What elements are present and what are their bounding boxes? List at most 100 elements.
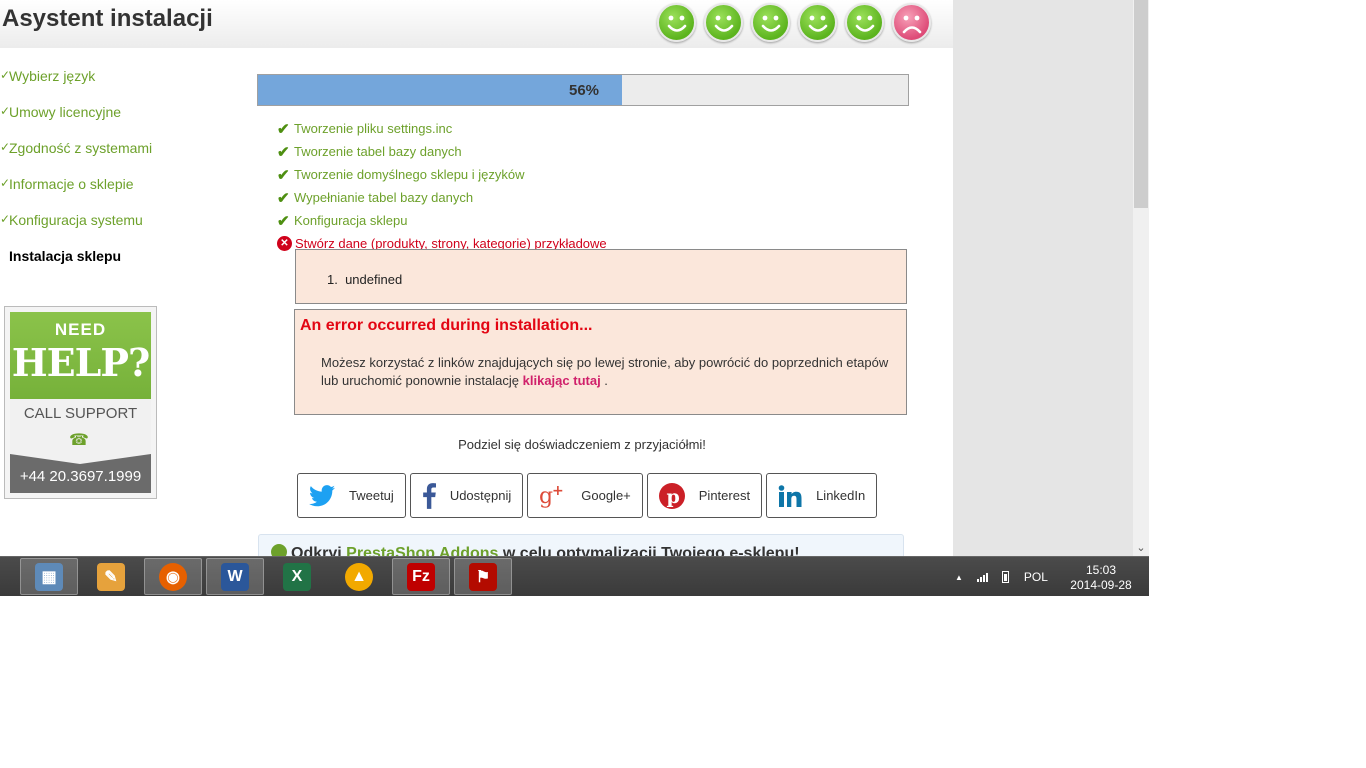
svg-text:p: p [666, 486, 679, 508]
network-signal-icon[interactable] [976, 572, 988, 582]
twitter-icon [309, 484, 335, 507]
step-5[interactable]: ✓ Konfiguracja systemu [0, 212, 230, 248]
share-button-label: Udostępnij [449, 488, 512, 503]
help-need-text: NEED [54, 320, 107, 339]
task-label: Konfiguracja sklepu [294, 213, 408, 228]
page-gutter [953, 0, 1133, 556]
step-label: Zgodność z systemami [9, 140, 153, 156]
restart-install-link[interactable]: klikając tutaj [523, 373, 601, 388]
share-tweetuj-button[interactable]: Tweetuj [297, 473, 406, 518]
taskbar-filezilla-button[interactable]: Fz [392, 558, 450, 595]
share-button-label: Pinterest [698, 488, 751, 503]
taskbar-word-button[interactable]: W [206, 558, 264, 595]
task-label: Tworzenie pliku settings.inc [294, 121, 453, 136]
scroll-down-arrow-icon[interactable]: ⌄ [1133, 540, 1149, 556]
step-label: Wybierz język [9, 68, 96, 84]
page-title: Asystent instalacji [2, 5, 213, 32]
taskbar-calculator-button[interactable]: ▦ [20, 558, 78, 595]
share-button-label: Tweetuj [349, 488, 394, 503]
taskbar-clock[interactable]: 15:03 2014-09-28 [1063, 563, 1139, 593]
need-help-banner[interactable]: NEED HELP? CALL SUPPORT ☎ +44 20.3697.19… [4, 306, 157, 499]
calculator-icon: ▦ [35, 562, 63, 591]
task-item: ✔ Tworzenie tabel bazy danych [277, 140, 917, 163]
step-label: Umowy licencyjne [9, 104, 122, 120]
step-1[interactable]: ✓ Wybierz język [0, 68, 230, 104]
steps-nav: ✓ Wybierz język ✓ Umowy licencyjne ✓ Zgodność… [0, 68, 230, 284]
battery-icon[interactable] [1001, 571, 1009, 583]
share-google-button[interactable]: g + Google+ [527, 473, 643, 518]
share-linkedin-button[interactable]: LinkedIn [766, 473, 878, 518]
installer-page: Asystent instalacji ✓ Wybierz język ✓ Umowy… [0, 0, 953, 556]
step-6: Instalacja sklepu [0, 248, 230, 284]
addons-link[interactable]: PrestaShop Addons [346, 545, 498, 556]
help-big-text: HELP? [11, 340, 150, 385]
install-progress-bar: 56% [257, 74, 909, 106]
error-title: An error occurred during installation... [300, 317, 593, 334]
system-tray: ▲ POL [955, 557, 1048, 597]
task-list: ✔ Tworzenie pliku settings.inc ✔ Tworzenie … [277, 117, 917, 255]
task-label: Tworzenie tabel bazy danych [294, 144, 462, 159]
checkmark-icon: ✔ [277, 189, 290, 207]
word-icon: W [221, 562, 249, 591]
help-banner-inner: NEED HELP? CALL SUPPORT ☎ +44 20.3697.19… [10, 312, 151, 493]
checkmark-icon: ✔ [277, 166, 290, 184]
happy-smiley-icon [657, 3, 696, 42]
task-item: ✔ Konfiguracja sklepu [277, 209, 917, 232]
checkmark-icon: ✔ [277, 212, 290, 230]
share-udostpnij-button[interactable]: Udostępnij [409, 473, 524, 518]
taskbar-firefox-button[interactable]: ◉ [144, 558, 202, 595]
taskbar-aimp-button[interactable]: ▲ [330, 558, 388, 595]
installation-error-box: An error occurred during installation...… [294, 309, 907, 415]
vertical-scrollbar[interactable]: ⌄ [1133, 0, 1149, 556]
checkmark-icon: ✓ [0, 68, 11, 82]
scrollbar-thumb[interactable] [1134, 0, 1148, 208]
acrobat-icon: ⚑ [469, 562, 497, 591]
happy-smiley-icon [751, 3, 790, 42]
filezilla-icon: Fz [407, 562, 435, 591]
play-bullet-icon [271, 543, 287, 556]
step-4[interactable]: ✓ Informacje o sklepie [0, 176, 230, 212]
share-pinterest-button[interactable]: p Pinterest [646, 473, 763, 518]
pinterest-icon: p [658, 482, 685, 509]
task-item: ✔ Tworzenie domyślnego sklepu i języków [277, 163, 917, 186]
checkmark-icon: ✓ [0, 104, 11, 118]
clock-time: 15:03 [1085, 563, 1117, 577]
step-label: Instalacja sklepu [9, 248, 122, 264]
taskbar-paint-button[interactable]: ✎ [82, 558, 140, 595]
happy-smiley-icon [798, 3, 837, 42]
step-label: Informacje o sklepie [9, 176, 134, 192]
aimp-icon: ▲ [345, 562, 373, 591]
error-message: Możesz korzystać z linków znajdujących s… [321, 355, 889, 388]
share-button-label: LinkedIn [816, 488, 866, 503]
happy-smiley-icon [845, 3, 884, 42]
addons-promo[interactable]: Odkryj PrestaShop Addons w celu optymali… [258, 534, 904, 556]
phone-icon: ☎ [69, 432, 89, 449]
show-hidden-icons-icon[interactable]: ▲ [955, 573, 963, 582]
support-phone-number: +44 20.3697.1999 [19, 468, 142, 485]
share-button-label: Google+ [581, 488, 631, 503]
svg-text:+: + [552, 483, 564, 499]
sad-smiley-icon [892, 3, 931, 42]
facebook-icon [422, 482, 436, 509]
task-item: ✔ Tworzenie pliku settings.inc [277, 117, 917, 140]
step-3[interactable]: ✓ Zgodność z systemami [0, 140, 230, 176]
header: Asystent instalacji [0, 0, 953, 48]
taskbar-acrobat-button[interactable]: ⚑ [454, 558, 512, 595]
taskbar-excel-button[interactable]: X [268, 558, 326, 595]
linkedin-icon [778, 484, 802, 507]
share-heading: Podziel się doświadczeniem z przyjaciółm… [458, 437, 706, 452]
checkmark-icon: ✓ [0, 212, 11, 226]
excel-icon: X [283, 562, 311, 591]
paint-icon: ✎ [97, 562, 125, 591]
step-2[interactable]: ✓ Umowy licencyjne [0, 104, 230, 140]
error-icon: ✕ [277, 236, 292, 251]
checkmark-icon: ✓ [0, 176, 11, 190]
step-label: Konfiguracja systemu [9, 212, 143, 228]
windows-taskbar: ▦ ✎ ◉ W X ▲ Fz ⚑ ▲ POL 15:03 2014-09-28 [0, 556, 1149, 596]
task-item: ✔ Wypełnianie tabel bazy danych [277, 186, 917, 209]
error-list-item: 1. undefined [327, 272, 403, 287]
language-indicator[interactable]: POL [1024, 570, 1048, 584]
error-details-box: 1. undefined [295, 249, 907, 304]
call-support-text: CALL SUPPORT [23, 405, 138, 422]
svg-text:g: g [539, 484, 553, 509]
